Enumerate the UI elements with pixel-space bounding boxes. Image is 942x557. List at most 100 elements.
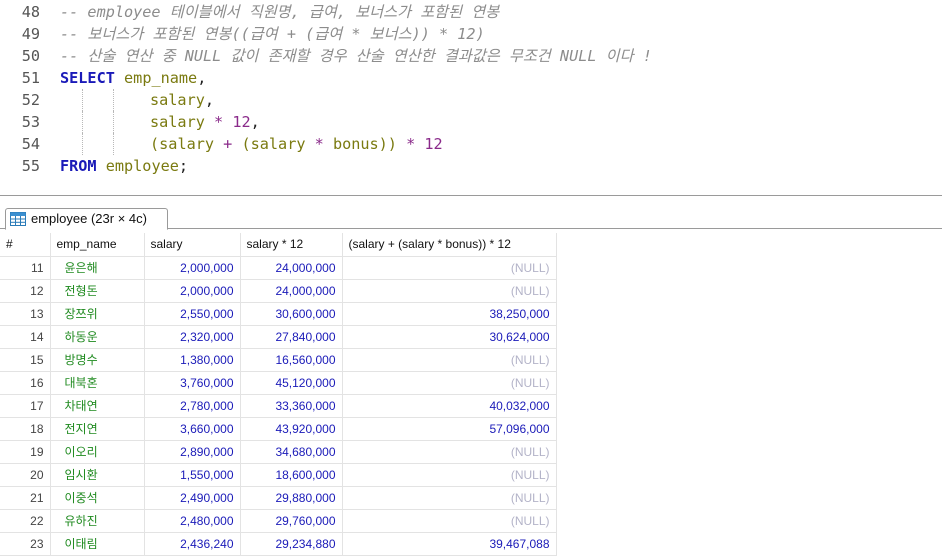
table-row[interactable]: 22 유하진 2,480,000 29,760,000 (NULL) — [0, 509, 557, 533]
emp-name-cell[interactable]: 하동운 — [50, 325, 145, 349]
salary-x12-cell[interactable]: 27,840,000 — [240, 325, 343, 349]
code-line[interactable]: 53 salary * 12, — [0, 111, 942, 133]
salary-cell[interactable]: 2,000,000 — [144, 279, 241, 303]
emp-name-cell[interactable]: 유하진 — [50, 509, 145, 533]
emp-name-cell[interactable]: 대북혼 — [50, 371, 145, 395]
row-number-cell[interactable]: 20 — [0, 463, 51, 487]
emp-name-cell[interactable]: 이태림 — [50, 532, 145, 556]
emp-name-cell[interactable]: 임시환 — [50, 463, 145, 487]
emp-name-cell[interactable]: 이중석 — [50, 486, 145, 510]
line-number: 51 — [21, 69, 40, 87]
line-number: 48 — [21, 3, 40, 21]
salary-cell[interactable]: 1,380,000 — [144, 348, 241, 372]
salary-cell[interactable]: 2,490,000 — [144, 486, 241, 510]
salary-cell[interactable]: 2,436,240 — [144, 532, 241, 556]
annual-with-bonus-cell[interactable]: (NULL) — [342, 371, 557, 395]
row-number-cell[interactable]: 21 — [0, 486, 51, 510]
salary-cell[interactable]: 3,760,000 — [144, 371, 241, 395]
code-line[interactable]: 48 -- employee 테이블에서 직원명, 급여, 보너스가 포함된 연봉 — [0, 1, 942, 23]
annual-with-bonus-cell[interactable]: 57,096,000 — [342, 417, 557, 441]
column-header-rownum[interactable]: # — [0, 233, 51, 257]
salary-cell[interactable]: 2,780,000 — [144, 394, 241, 418]
table-row[interactable]: 13 장쯔위 2,550,000 30,600,000 38,250,000 — [0, 302, 557, 326]
result-grid[interactable]: # emp_name salary salary * 12 (salary + … — [0, 233, 557, 556]
sql-editor[interactable]: 48 -- employee 테이블에서 직원명, 급여, 보너스가 포함된 연봉… — [0, 0, 942, 194]
code-text: -- 산술 연산 중 NULL 값이 존재할 경우 산술 연산한 결과값은 무조… — [60, 45, 652, 67]
code-line[interactable]: 51 SELECT emp_name, — [0, 67, 942, 89]
annual-with-bonus-cell[interactable]: 30,624,000 — [342, 325, 557, 349]
salary-x12-cell[interactable]: 45,120,000 — [240, 371, 343, 395]
row-number-cell[interactable]: 15 — [0, 348, 51, 372]
salary-x12-cell[interactable]: 30,600,000 — [240, 302, 343, 326]
row-number-cell[interactable]: 11 — [0, 256, 51, 280]
table-row[interactable]: 23 이태림 2,436,240 29,234,880 39,467,088 — [0, 532, 557, 556]
line-number: 50 — [21, 47, 40, 65]
row-number-cell[interactable]: 17 — [0, 394, 51, 418]
emp-name-cell[interactable]: 방명수 — [50, 348, 145, 372]
table-row[interactable]: 17 차태연 2,780,000 33,360,000 40,032,000 — [0, 394, 557, 418]
annual-with-bonus-cell[interactable]: 38,250,000 — [342, 302, 557, 326]
salary-x12-cell[interactable]: 24,000,000 — [240, 256, 343, 280]
result-tab-strip: employee (23r × 4c) — [0, 206, 942, 230]
salary-cell[interactable]: 2,480,000 — [144, 509, 241, 533]
row-number-cell[interactable]: 19 — [0, 440, 51, 464]
emp-name-cell[interactable]: 장쯔위 — [50, 302, 145, 326]
salary-cell[interactable]: 3,660,000 — [144, 417, 241, 441]
table-row[interactable]: 20 임시환 1,550,000 18,600,000 (NULL) — [0, 463, 557, 487]
table-row[interactable]: 19 이오리 2,890,000 34,680,000 (NULL) — [0, 440, 557, 464]
emp-name-cell[interactable]: 윤은해 — [50, 256, 145, 280]
row-number-cell[interactable]: 13 — [0, 302, 51, 326]
salary-x12-cell[interactable]: 24,000,000 — [240, 279, 343, 303]
annual-with-bonus-cell[interactable]: 40,032,000 — [342, 394, 557, 418]
result-tab-employee[interactable]: employee (23r × 4c) — [5, 208, 168, 230]
annual-with-bonus-cell[interactable]: (NULL) — [342, 256, 557, 280]
column-header-emp-name[interactable]: emp_name — [50, 233, 145, 257]
salary-x12-cell[interactable]: 43,920,000 — [240, 417, 343, 441]
annual-with-bonus-cell[interactable]: (NULL) — [342, 463, 557, 487]
row-number-cell[interactable]: 22 — [0, 509, 51, 533]
salary-cell[interactable]: 2,550,000 — [144, 302, 241, 326]
emp-name-cell[interactable]: 전지연 — [50, 417, 145, 441]
table-row[interactable]: 16 대북혼 3,760,000 45,120,000 (NULL) — [0, 371, 557, 395]
code-line[interactable]: 50 -- 산술 연산 중 NULL 값이 존재할 경우 산술 연산한 결과값은 … — [0, 45, 942, 67]
table-row[interactable]: 18 전지연 3,660,000 43,920,000 57,096,000 — [0, 417, 557, 441]
code-line[interactable]: 52 salary, — [0, 89, 942, 111]
table-row[interactable]: 14 하동운 2,320,000 27,840,000 30,624,000 — [0, 325, 557, 349]
annual-with-bonus-cell[interactable]: (NULL) — [342, 279, 557, 303]
code-token: ; — [178, 157, 189, 175]
salary-x12-cell[interactable]: 16,560,000 — [240, 348, 343, 372]
salary-cell[interactable]: 1,550,000 — [144, 463, 241, 487]
salary-x12-cell[interactable]: 33,360,000 — [240, 394, 343, 418]
salary-x12-cell[interactable]: 29,760,000 — [240, 509, 343, 533]
row-number-cell[interactable]: 16 — [0, 371, 51, 395]
salary-cell[interactable]: 2,890,000 — [144, 440, 241, 464]
row-number-cell[interactable]: 14 — [0, 325, 51, 349]
table-row[interactable]: 12 전형돈 2,000,000 24,000,000 (NULL) — [0, 279, 557, 303]
code-line[interactable]: 55 FROM employee; — [0, 155, 942, 177]
column-header-salary[interactable]: salary — [144, 233, 241, 257]
salary-x12-cell[interactable]: 18,600,000 — [240, 463, 343, 487]
column-header-annual-with-bonus[interactable]: (salary + (salary * bonus)) * 12 — [342, 233, 557, 257]
row-number-cell[interactable]: 23 — [0, 532, 51, 556]
annual-with-bonus-cell[interactable]: (NULL) — [342, 486, 557, 510]
salary-x12-cell[interactable]: 34,680,000 — [240, 440, 343, 464]
table-row[interactable]: 11 윤은해 2,000,000 24,000,000 (NULL) — [0, 256, 557, 280]
table-row[interactable]: 15 방명수 1,380,000 16,560,000 (NULL) — [0, 348, 557, 372]
emp-name-cell[interactable]: 이오리 — [50, 440, 145, 464]
code-line[interactable]: 54 (salary + (salary * bonus)) * 12 — [0, 133, 942, 155]
code-line[interactable]: 49 -- 보너스가 포함된 연봉((급여 + (급여 * 보너스)) * 12) — [0, 23, 942, 45]
salary-cell[interactable]: 2,320,000 — [144, 325, 241, 349]
salary-cell[interactable]: 2,000,000 — [144, 256, 241, 280]
column-header-salary-x12[interactable]: salary * 12 — [240, 233, 343, 257]
annual-with-bonus-cell[interactable]: (NULL) — [342, 348, 557, 372]
row-number-cell[interactable]: 12 — [0, 279, 51, 303]
annual-with-bonus-cell[interactable]: (NULL) — [342, 440, 557, 464]
row-number-cell[interactable]: 18 — [0, 417, 51, 441]
annual-with-bonus-cell[interactable]: 39,467,088 — [342, 532, 557, 556]
table-row[interactable]: 21 이중석 2,490,000 29,880,000 (NULL) — [0, 486, 557, 510]
salary-x12-cell[interactable]: 29,234,880 — [240, 532, 343, 556]
emp-name-cell[interactable]: 전형돈 — [50, 279, 145, 303]
annual-with-bonus-cell[interactable]: (NULL) — [342, 509, 557, 533]
emp-name-cell[interactable]: 차태연 — [50, 394, 145, 418]
salary-x12-cell[interactable]: 29,880,000 — [240, 486, 343, 510]
